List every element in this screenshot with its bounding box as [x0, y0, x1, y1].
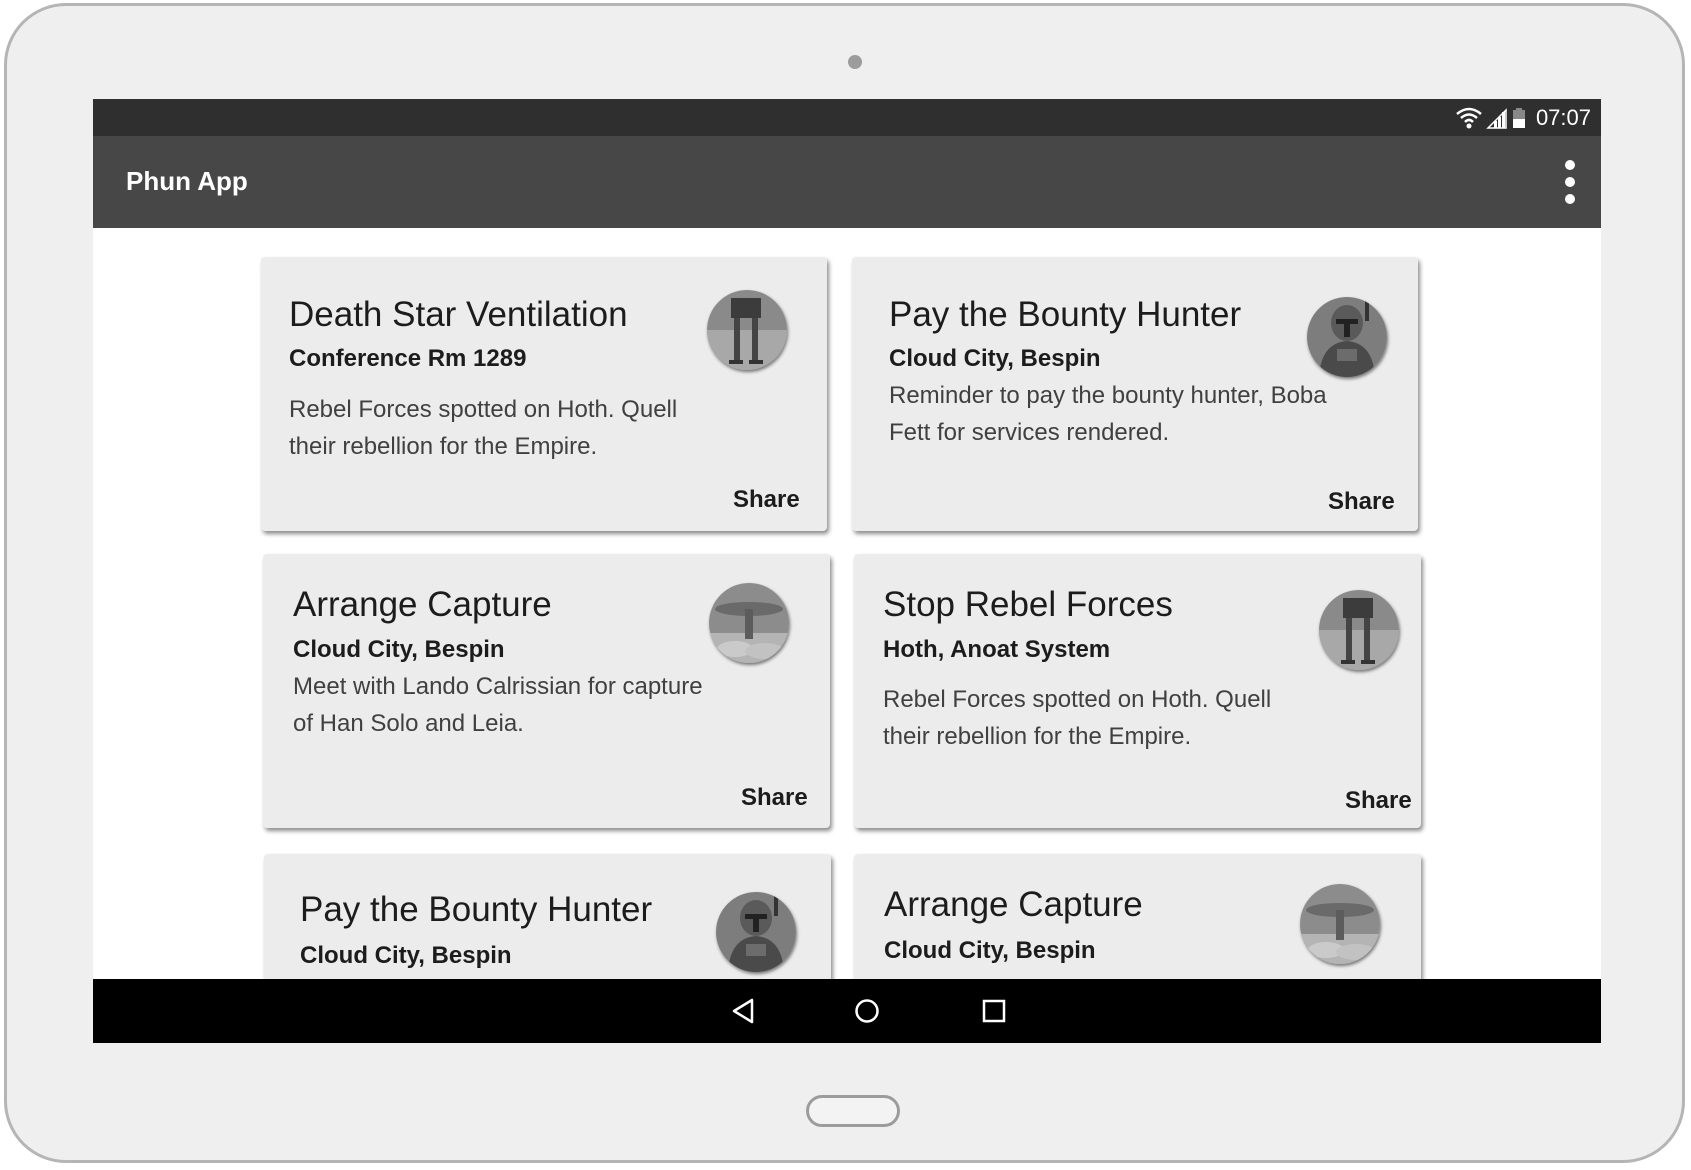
signal-icon	[1486, 107, 1508, 129]
status-icons: 07:07	[1456, 105, 1591, 131]
navigation-bar	[93, 979, 1601, 1043]
card-grid: Death Star Ventilation Conference Rm 128…	[93, 228, 1601, 979]
share-button[interactable]: Share	[1345, 787, 1412, 815]
event-card[interactable]: Pay the Bounty Hunter Cloud City, Bespin…	[852, 257, 1418, 531]
share-button[interactable]: Share	[1328, 488, 1395, 516]
app-bar: Phun App	[93, 136, 1601, 228]
back-icon[interactable]	[730, 997, 758, 1025]
camera-icon	[848, 55, 862, 69]
card-title: Arrange Capture	[884, 885, 1143, 924]
card-title: Stop Rebel Forces	[883, 585, 1173, 624]
card-body: Rebel Forces spotted on Hoth. Quell thei…	[289, 396, 678, 460]
event-card[interactable]: Death Star Ventilation Conference Rm 128…	[261, 257, 827, 531]
card-title: Arrange Capture	[293, 585, 552, 624]
recents-icon[interactable]	[980, 997, 1008, 1025]
card-title: Pay the Bounty Hunter	[300, 890, 653, 929]
card-subtitle: Cloud City, Bespin	[293, 636, 505, 663]
hardware-home-button[interactable]	[806, 1095, 900, 1127]
bounty-hunter-avatar-icon	[716, 892, 796, 972]
card-title: Pay the Bounty Hunter	[889, 295, 1242, 334]
home-icon[interactable]	[853, 997, 881, 1025]
status-bar: 07:07	[93, 99, 1601, 136]
device-screen: 07:07 Phun App Death Star Ventilation Co…	[93, 99, 1601, 1043]
share-button[interactable]: Share	[733, 486, 800, 514]
walker-avatar-icon	[707, 290, 787, 370]
overflow-menu-icon[interactable]	[1555, 160, 1585, 204]
card-body: Reminder to pay the bounty hunter, Boba …	[889, 382, 1327, 446]
card-subtitle: Cloud City, Bespin	[300, 942, 512, 969]
card-title: Death Star Ventilation	[289, 295, 628, 334]
event-card[interactable]: Pay the Bounty Hunter Cloud City, Bespin	[264, 854, 831, 979]
walker-avatar-icon	[1319, 590, 1399, 670]
cloud-city-avatar-icon	[1300, 884, 1380, 964]
event-card[interactable]: Arrange Capture Cloud City, Bespin	[854, 854, 1421, 979]
card-subtitle: Conference Rm 1289	[289, 345, 527, 372]
bounty-hunter-avatar-icon	[1307, 297, 1387, 377]
card-body: Meet with Lando Calrissian for capture o…	[293, 673, 703, 737]
card-body: Rebel Forces spotted on Hoth. Quell thei…	[883, 686, 1272, 750]
event-card[interactable]: Arrange Capture Cloud City, Bespin Meet …	[263, 554, 830, 828]
card-subtitle: Cloud City, Bespin	[889, 345, 1101, 372]
battery-icon	[1512, 107, 1526, 129]
status-time: 07:07	[1535, 105, 1591, 130]
cloud-city-avatar-icon	[709, 583, 789, 663]
share-button[interactable]: Share	[741, 784, 808, 812]
card-subtitle: Hoth, Anoat System	[883, 636, 1111, 663]
app-title: Phun App	[126, 166, 248, 196]
wifi-icon	[1456, 107, 1482, 129]
card-subtitle: Cloud City, Bespin	[884, 937, 1096, 964]
event-card[interactable]: Stop Rebel Forces Hoth, Anoat System Reb…	[854, 554, 1421, 828]
